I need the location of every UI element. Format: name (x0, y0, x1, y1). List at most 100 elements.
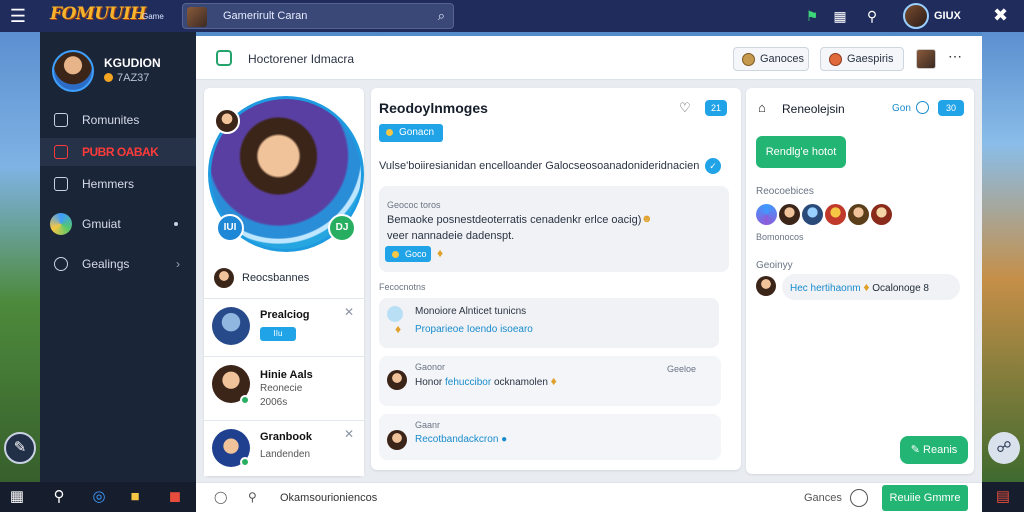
close-icon[interactable]: ✕ (344, 427, 354, 441)
section-label: Geoinyy (756, 260, 793, 271)
shield-button-icon[interactable]: ☍ (988, 432, 1020, 464)
post-chip[interactable]: Goco (385, 246, 431, 262)
notification-dot (174, 222, 178, 226)
emoji-icon[interactable] (850, 489, 868, 507)
post-card[interactable]: Monoiore Alnticet tunicns ♦ Proparieoe I… (379, 298, 719, 348)
chat-icon (54, 113, 68, 127)
post-meta: Gaanr (415, 420, 441, 430)
background-scenery-right (982, 32, 1024, 482)
page-title: Hoctorener Idmacra (248, 52, 355, 66)
user-name[interactable]: GIUX (934, 10, 961, 22)
tray-icon[interactable]: ▤ (994, 488, 1012, 506)
feed-column: Reodoylnmoges ♡ 21 Gonacn Vulse'boiiresi… (371, 88, 741, 470)
member-avatar[interactable] (825, 204, 846, 225)
friend-card[interactable]: Granbook Landenden ✕ (204, 420, 364, 476)
member-avatar[interactable] (779, 204, 800, 225)
post-meta: Geococ toros (387, 200, 441, 210)
profile-column: IUI DJ Reocsbannes Prealciog IIu ✕ Hinie… (204, 88, 364, 476)
member-avatar[interactable] (848, 204, 869, 225)
message-text: Ocalonoge 8 (872, 283, 929, 294)
main-panel: Hoctorener Idmacra Ganoces Gaespiris ⋯ I… (196, 36, 982, 482)
like-icon[interactable]: ♡ (679, 100, 691, 116)
chat-column: ⌂ Reneolejsin Gon 30 Rendlg'e hotot Reoc… (746, 88, 974, 474)
close-icon[interactable]: ✕ (344, 305, 354, 319)
sidebar-item-label: Gmuiat (82, 217, 121, 231)
friend-card[interactable]: Prealciog IIu ✕ (204, 298, 364, 356)
friend-name: Prealciog (260, 309, 310, 321)
ready-button[interactable]: Rendlg'e hotot (756, 136, 846, 168)
online-status-icon (240, 457, 250, 467)
sidebar-item-members[interactable]: Hemmers (40, 170, 196, 198)
post-card[interactable]: Geococ toros Bemaoke posnestdeoterratis … (379, 186, 729, 272)
sidebar-item-gmuiat[interactable]: Gmuiat (40, 210, 196, 238)
browser-icon[interactable]: ◎ (90, 488, 108, 506)
player-name: Reocsbannes (242, 272, 310, 284)
windows-icon[interactable]: ▦ (8, 488, 26, 506)
header-button-1[interactable]: Ganoces (733, 47, 809, 71)
message-link[interactable]: Hec hertihaonm (790, 283, 861, 294)
sidebar-item-label: Hemmers (82, 177, 135, 191)
post-link[interactable]: Recotbandackcron (415, 434, 498, 445)
search-icon[interactable]: ⚲ (248, 490, 257, 504)
tag-chip[interactable]: Gonacn (379, 124, 443, 142)
more-icon[interactable]: ⋯ (948, 48, 962, 65)
badge-icon (829, 53, 842, 66)
search-input[interactable]: Gamerirult Caran (223, 10, 307, 22)
chevron-right-icon: › (176, 257, 180, 271)
taskbar: ▦ ⚲ ◎ ■ ◼ (0, 482, 196, 512)
feed-description: Vulse'boiiresianidan encelloander Galocs… (379, 160, 700, 172)
post-link[interactable]: fehuccibor (445, 377, 491, 388)
search-bar[interactable]: Gamerirult Caran ⌕ (182, 3, 454, 29)
header-avatar[interactable] (916, 49, 936, 69)
mini-avatar[interactable] (214, 108, 240, 134)
app-icon[interactable]: ◼ (166, 488, 184, 506)
post-meta: Gaonor (415, 362, 446, 372)
action-button-label: Reanis (923, 444, 958, 456)
post-title: Monoiore Alnticet tunicns (415, 306, 527, 317)
shield-icon (54, 145, 68, 159)
post-card[interactable]: Gaonor Geeloe Honor fehuccibor ocknamole… (379, 356, 721, 406)
sidebar-item-communities[interactable]: Romunites (40, 106, 196, 134)
user-avatar[interactable] (903, 3, 929, 29)
close-icon[interactable]: ✖ (993, 5, 1008, 26)
friend-card[interactable]: Hinie Aals Reonecie 2006s (204, 356, 364, 420)
friend-tag: IIu (260, 327, 296, 341)
player-avatar (214, 268, 234, 288)
grid-icon[interactable]: ▦ (830, 6, 850, 26)
feed-title: Reodoylnmoges (379, 100, 488, 116)
message-input[interactable]: Okamsourioniencos (280, 492, 377, 504)
post-link[interactable]: Proparieoe Ioendo isoearo (415, 324, 533, 335)
member-avatar[interactable] (756, 204, 777, 225)
menu-icon[interactable]: ☰ (8, 6, 28, 26)
header-button-2[interactable]: Gaespiris (820, 47, 904, 71)
search-icon[interactable]: ⚲ (50, 488, 68, 506)
poster-avatar (387, 370, 407, 390)
edit-icon: ✎ (910, 444, 924, 456)
search-icon[interactable]: ⚲ (862, 6, 882, 26)
trophy-icon[interactable]: ⚑ (802, 6, 822, 26)
action-button[interactable]: ✎ Reanis (900, 436, 968, 464)
edit-icon[interactable]: ✎ (4, 432, 36, 464)
attach-icon[interactable]: ◯ (214, 490, 227, 504)
send-button[interactable]: Reuiie Gmmre (882, 485, 968, 511)
sidebar-item-settings[interactable]: Gealings › (40, 250, 196, 278)
online-status-icon (240, 395, 250, 405)
section-label: Bomonocos (756, 232, 804, 242)
chat-bubble-icon (216, 50, 232, 66)
refresh-icon[interactable] (916, 101, 929, 114)
member-avatar[interactable] (871, 204, 892, 225)
sidebar-item-active[interactable]: PUBR OABAK (40, 138, 196, 166)
post-text: Recotbandackcron ● (415, 434, 507, 445)
search-icon[interactable]: ⌕ (438, 8, 445, 24)
member-avatar[interactable] (802, 204, 823, 225)
bell-icon: ♦ (550, 374, 557, 388)
taskbar-right: ▤ (982, 482, 1024, 512)
message-bubble[interactable]: Hec hertihaonm ♦ Ocalonoge 8 (782, 274, 960, 300)
friend-subtitle: Reonecie (260, 383, 303, 394)
post-card[interactable]: Gaanr Recotbandackcron ● (379, 414, 721, 460)
avatar-row (756, 204, 894, 228)
home-icon[interactable]: ⌂ (758, 100, 766, 115)
chat-label: Gon (892, 103, 911, 114)
folder-icon[interactable]: ■ (126, 488, 144, 506)
profile-avatar[interactable] (52, 50, 94, 92)
